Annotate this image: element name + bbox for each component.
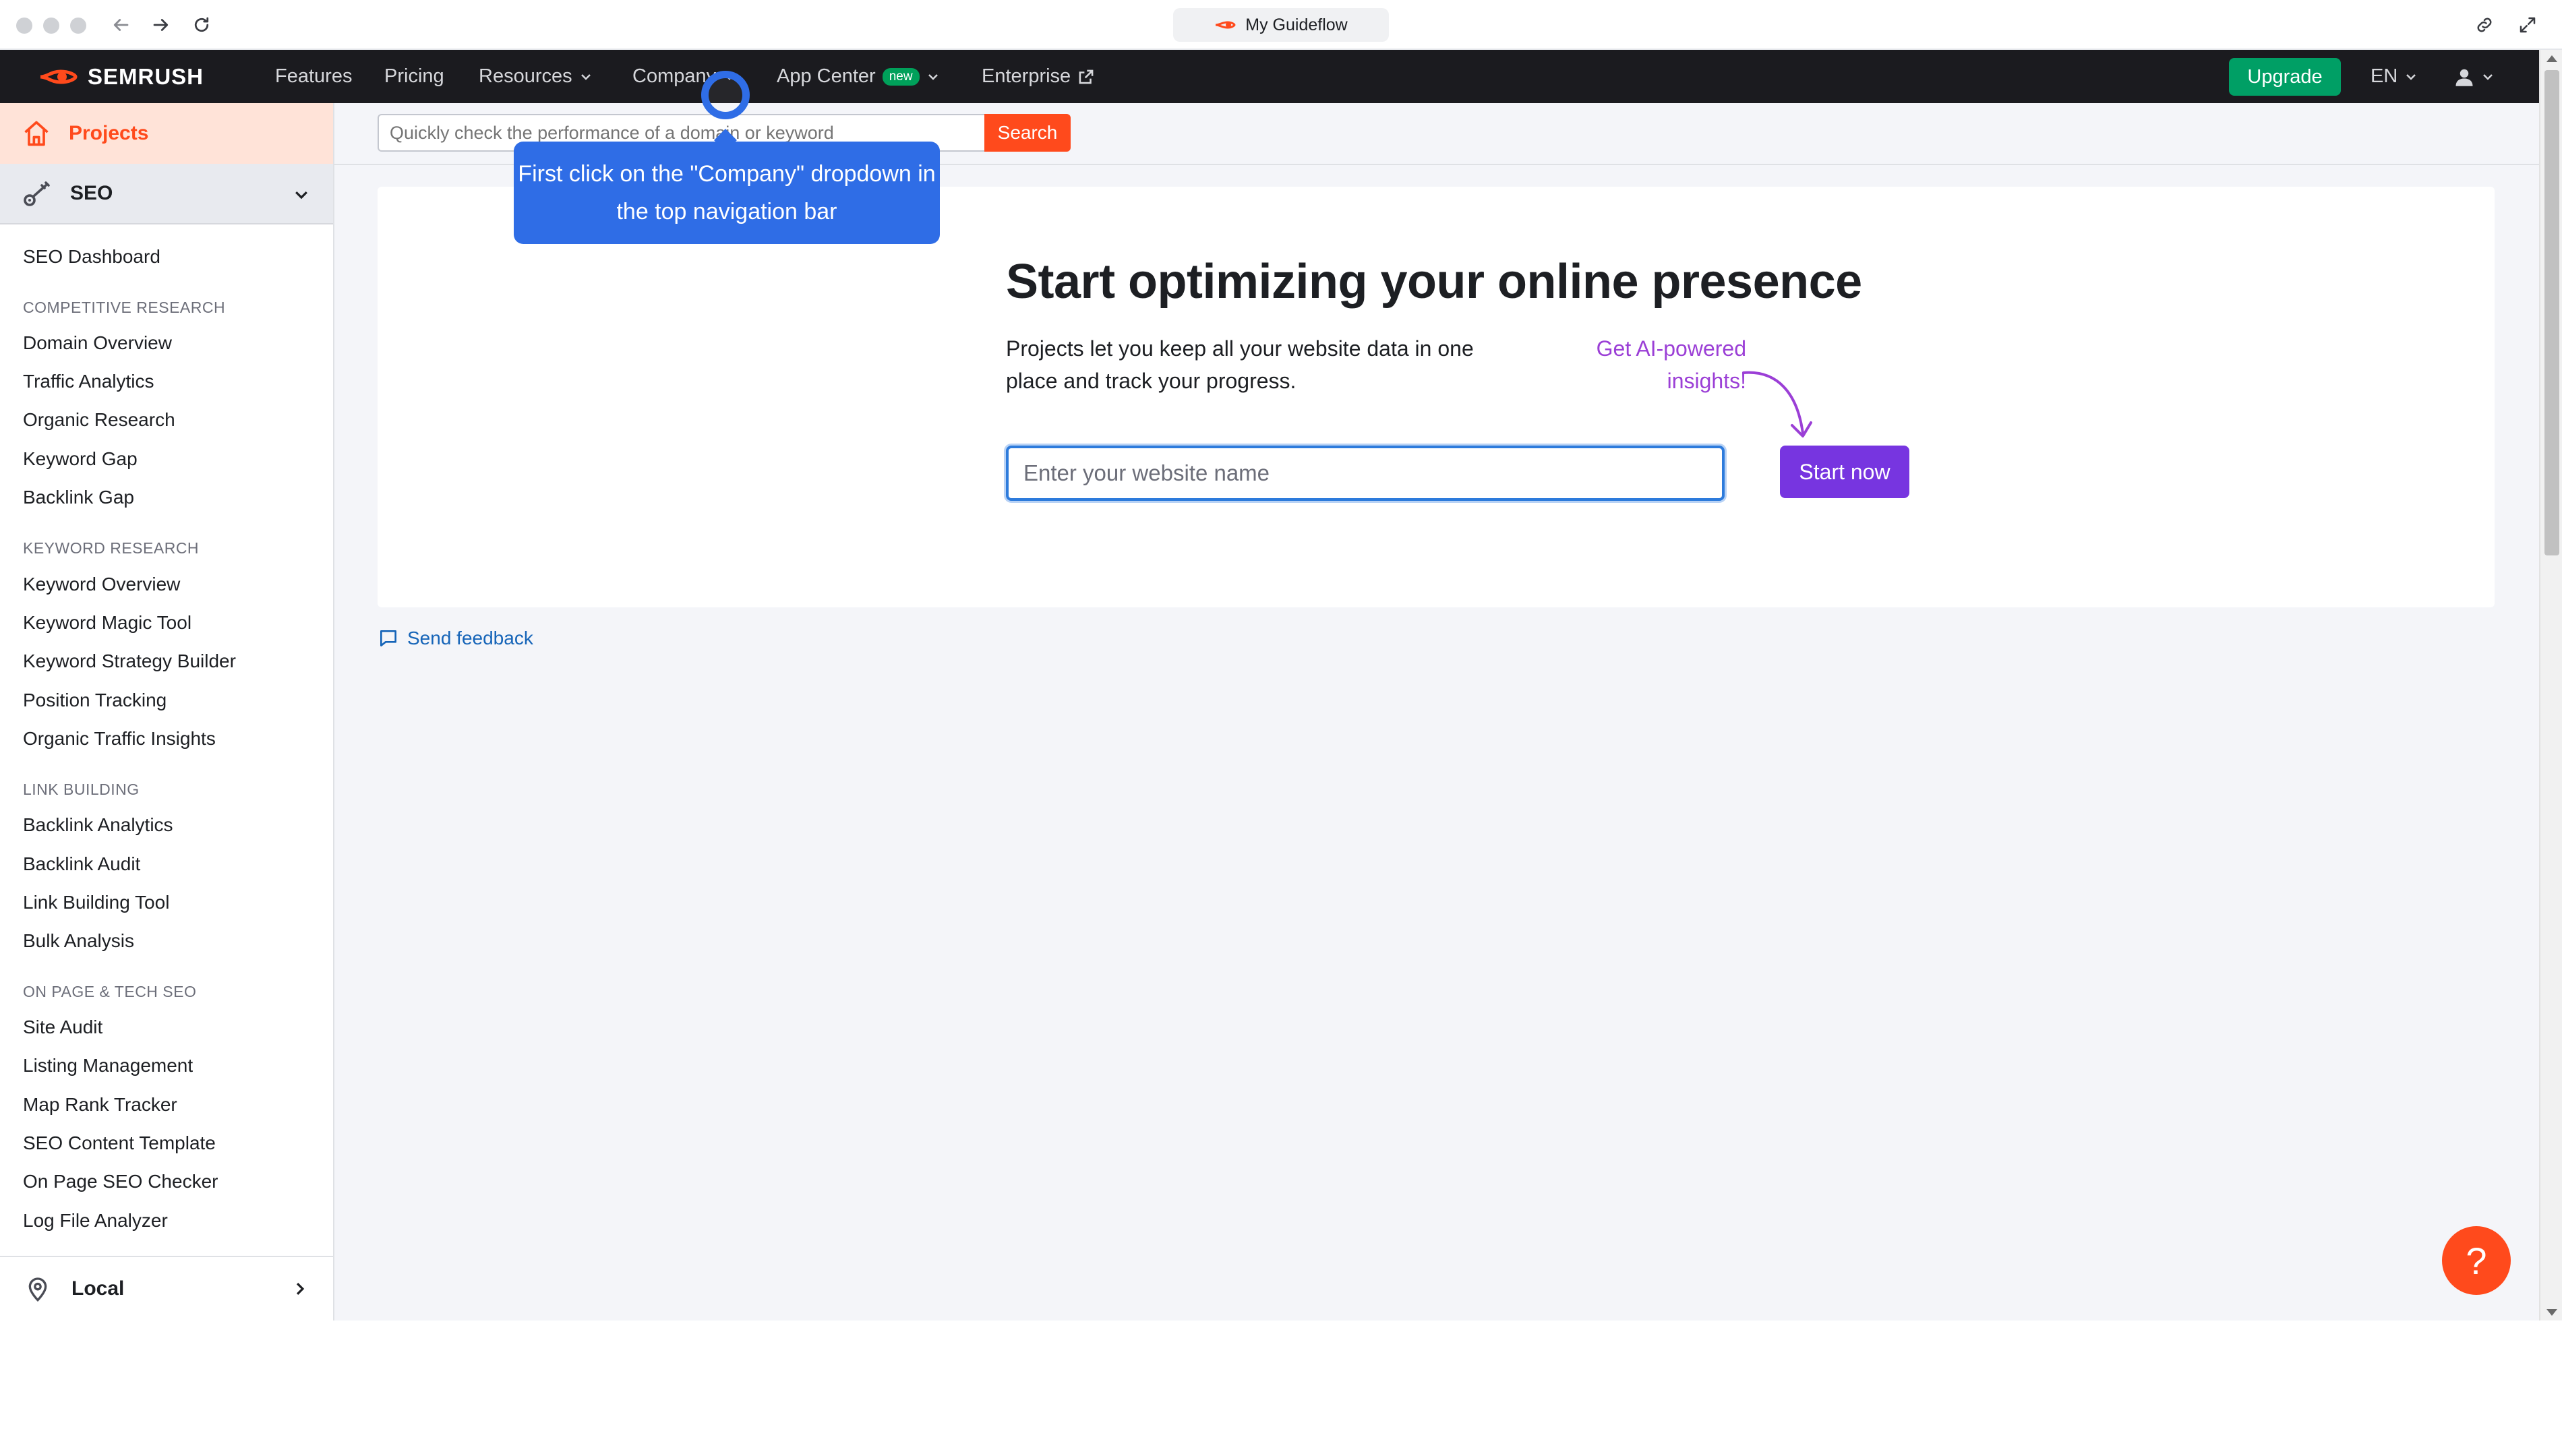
upgrade-button[interactable]: Upgrade: [2229, 58, 2341, 96]
brand-name: SEMRUSH: [88, 64, 204, 89]
sidebar-item-seo-content-template[interactable]: SEO Content Template: [23, 1132, 216, 1154]
sidebar-section-seo[interactable]: SEO: [0, 164, 333, 224]
chevron-down-icon: [580, 73, 591, 80]
sidebar: Projects SEO SEO Dashboard COMPETITIVE R…: [0, 103, 334, 1321]
page-background-bottom: [0, 1321, 2562, 1456]
main-content: Search Start optimizing your online pres…: [334, 103, 2539, 1321]
scroll-up-arrow-icon[interactable]: [2546, 55, 2557, 62]
sidebar-item-keyword-magic-tool[interactable]: Keyword Magic Tool: [23, 612, 191, 634]
nav-app-center-dropdown[interactable]: App Center new: [777, 50, 940, 103]
user-icon: [2455, 69, 2473, 86]
nav-features-label: Features: [275, 65, 353, 87]
sidebar-item-map-rank-tracker[interactable]: Map Rank Tracker: [23, 1094, 177, 1116]
nav-pricing-label: Pricing: [384, 65, 444, 87]
guide-click-indicator: [701, 71, 750, 119]
sidebar-item-seo-dashboard[interactable]: SEO Dashboard: [23, 246, 160, 268]
sidebar-item-organic-research[interactable]: Organic Research: [23, 409, 175, 431]
chevron-down-icon: [928, 73, 938, 80]
semrush-favicon-icon: [1216, 21, 1236, 29]
website-name-input[interactable]: [1006, 446, 1725, 501]
projects-onboarding-card: Start optimizing your online presence Pr…: [378, 187, 2495, 607]
sidebar-item-projects[interactable]: Projects: [0, 103, 333, 164]
page-title: Start optimizing your online presence: [1006, 255, 1862, 309]
chevron-down-icon: [295, 191, 307, 200]
nav-resources-dropdown[interactable]: Resources: [479, 50, 593, 103]
address-bar[interactable]: My Guideflow: [1173, 8, 1389, 42]
window-minimize-dot[interactable]: [43, 18, 59, 34]
seo-key-icon: [24, 181, 50, 206]
nav-app-center-label: App Center: [777, 65, 876, 87]
top-navigation-bar: SEMRUSH Features Pricing Resources Compa…: [0, 50, 2539, 103]
send-feedback-label: Send feedback: [407, 628, 533, 648]
sidebar-item-traffic-analytics[interactable]: Traffic Analytics: [23, 371, 154, 392]
sidebar-item-backlink-gap[interactable]: Backlink Gap: [23, 487, 134, 508]
nav-resources-label: Resources: [479, 65, 572, 87]
local-label: Local: [71, 1277, 125, 1300]
search-button[interactable]: Search: [984, 114, 1071, 152]
sidebar-item-keyword-strategy-builder[interactable]: Keyword Strategy Builder: [23, 650, 236, 672]
page-scrollbar[interactable]: [2539, 50, 2562, 1321]
feedback-icon: [380, 630, 396, 646]
semrush-logo[interactable]: SEMRUSH: [38, 62, 204, 92]
window-zoom-dot[interactable]: [70, 18, 86, 34]
language-selector[interactable]: EN: [2371, 50, 2418, 103]
link-icon[interactable]: [2469, 9, 2500, 40]
sidebar-item-site-audit[interactable]: Site Audit: [23, 1017, 102, 1038]
sidebar-item-organic-traffic-insights[interactable]: Organic Traffic Insights: [23, 728, 216, 750]
sidebar-item-backlink-audit[interactable]: Backlink Audit: [23, 853, 140, 875]
scrollbar-thumb[interactable]: [2544, 70, 2559, 555]
start-now-button[interactable]: Start now: [1780, 446, 1909, 498]
chevron-down-icon: [2406, 73, 2416, 80]
home-icon: [24, 121, 49, 146]
sidebar-item-bulk-analysis[interactable]: Bulk Analysis: [23, 930, 134, 952]
sidebar-category-on-page-tech-seo: ON PAGE & TECH SEO: [23, 983, 197, 1000]
guide-tooltip: First click on the "Company" dropdown in…: [514, 142, 940, 244]
sidebar-item-link-building-tool[interactable]: Link Building Tool: [23, 892, 169, 913]
sidebar-category-link-building: LINK BUILDING: [23, 781, 140, 798]
help-button[interactable]: ?: [2442, 1226, 2511, 1295]
nav-pricing[interactable]: Pricing: [384, 50, 444, 103]
seo-label: SEO: [70, 182, 113, 204]
chevron-down-icon: [2483, 73, 2493, 80]
projects-label: Projects: [69, 122, 149, 144]
sidebar-item-listing-management[interactable]: Listing Management: [23, 1055, 193, 1076]
curved-arrow-icon: [1742, 371, 1812, 437]
new-badge: new: [882, 67, 920, 86]
tab-title: My Guideflow: [1245, 15, 1348, 34]
sidebar-item-log-file-analyzer[interactable]: Log File Analyzer: [23, 1210, 168, 1232]
external-link-icon: [1079, 69, 1094, 84]
nav-enterprise-link[interactable]: Enterprise: [982, 50, 1095, 103]
sidebar-category-competitive-research: COMPETITIVE RESEARCH: [23, 299, 226, 316]
send-feedback-link[interactable]: Send feedback: [378, 628, 533, 649]
user-menu[interactable]: [2454, 50, 2495, 103]
window-close-dot[interactable]: [16, 18, 32, 34]
ai-insights-note: Get AI-powered insights!: [1596, 336, 1746, 393]
forward-arrow-icon[interactable]: [146, 9, 177, 40]
semrush-flame-icon: [40, 69, 78, 84]
reload-icon[interactable]: [186, 9, 217, 40]
chevron-right-icon: [296, 1283, 305, 1295]
sidebar-category-keyword-research: KEYWORD RESEARCH: [23, 539, 200, 557]
browser-toolbar: My Guideflow: [0, 0, 2562, 50]
sidebar-item-keyword-overview[interactable]: Keyword Overview: [23, 574, 180, 595]
page-description: Projects let you keep all your website d…: [1006, 336, 1474, 393]
nav-features[interactable]: Features: [275, 50, 352, 103]
language-label: EN: [2371, 65, 2398, 87]
sidebar-item-position-tracking[interactable]: Position Tracking: [23, 690, 167, 711]
sidebar-item-backlink-analytics[interactable]: Backlink Analytics: [23, 814, 173, 836]
scroll-down-arrow-icon[interactable]: [2546, 1309, 2557, 1316]
nav-enterprise-label: Enterprise: [982, 65, 1071, 87]
back-arrow-icon[interactable]: [105, 9, 136, 40]
sidebar-section-local[interactable]: Local: [0, 1256, 333, 1321]
sidebar-item-keyword-gap[interactable]: Keyword Gap: [23, 448, 138, 470]
sidebar-item-on-page-seo-checker[interactable]: On Page SEO Checker: [23, 1171, 218, 1192]
location-pin-icon: [28, 1277, 47, 1302]
expand-icon[interactable]: [2512, 9, 2543, 40]
sidebar-item-domain-overview[interactable]: Domain Overview: [23, 332, 172, 354]
